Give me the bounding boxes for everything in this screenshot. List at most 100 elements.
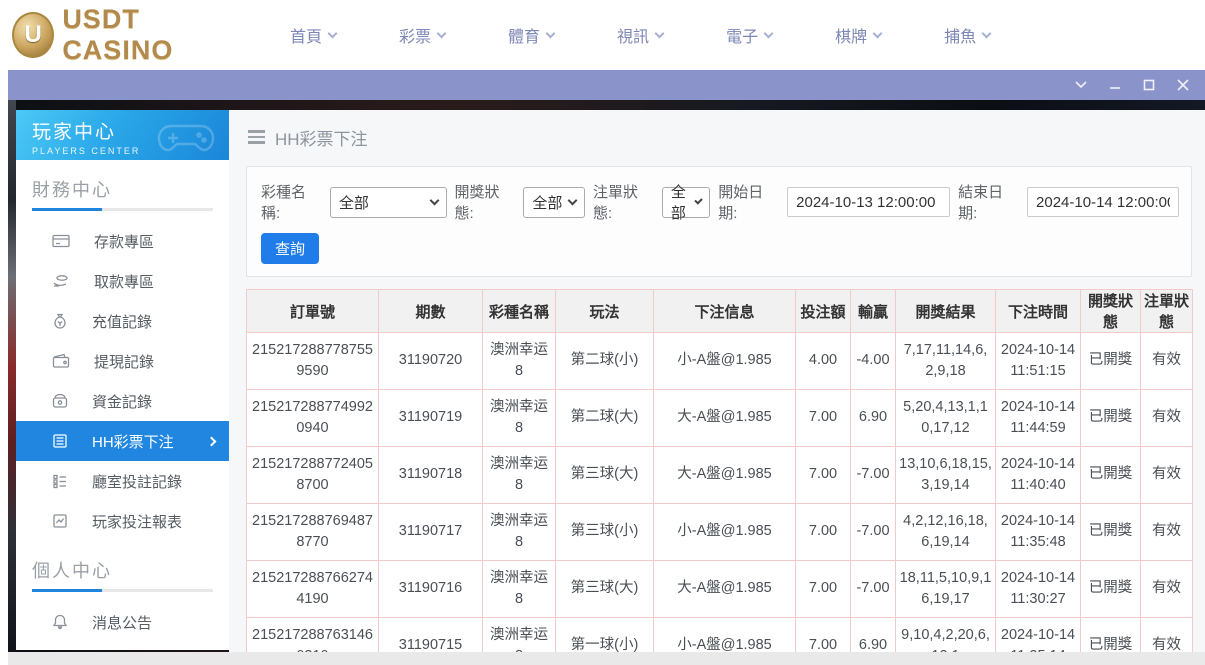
- table-cell: 第一球(小): [556, 618, 654, 653]
- table-cell: 2024-10-14 11:30:27: [996, 561, 1081, 618]
- start-date-input[interactable]: [787, 187, 950, 217]
- window-minimize-button[interactable]: [1103, 74, 1127, 96]
- table-cell: 2152172887749920940: [247, 390, 379, 447]
- sidebar-item-profile[interactable]: 個人資料: [16, 642, 229, 650]
- purse-icon: [52, 393, 68, 409]
- table-cell: 6.90: [851, 390, 896, 447]
- table-cell: 小-A盤@1.985: [654, 333, 796, 390]
- table-cell: 第二球(大): [556, 390, 654, 447]
- table-cell: 第三球(小): [556, 504, 654, 561]
- sidebar-item-player-bet-report[interactable]: 玩家投注報表: [16, 501, 229, 541]
- chevron-down-icon: [437, 28, 447, 38]
- table-cell: 2152172887662744190: [247, 561, 379, 618]
- sidebar-item-announcements[interactable]: 消息公告: [16, 602, 229, 642]
- sidebar-item-recharge-records[interactable]: 充值記錄: [16, 301, 229, 341]
- table-cell: 2024-10-14 11:25:14: [996, 618, 1081, 653]
- gamepad-icon: [157, 118, 215, 156]
- ledger-icon: [52, 433, 68, 449]
- page-title: HH彩票下注: [275, 125, 368, 150]
- nav-item-fishing[interactable]: 捕魚: [944, 23, 990, 47]
- table-cell: 31190717: [379, 504, 483, 561]
- lottery-name-select[interactable]: 全部: [330, 187, 447, 218]
- table-cell: 大-A盤@1.985: [654, 390, 796, 447]
- table-cell: 2024-10-14 11:51:15: [996, 333, 1081, 390]
- table-cell: 澳洲幸运8: [483, 333, 556, 390]
- nav-item-boardgames[interactable]: 棋牌: [835, 23, 881, 47]
- nav-item-lottery[interactable]: 彩票: [399, 23, 445, 47]
- table-cell: 大-A盤@1.985: [654, 561, 796, 618]
- table-cell: 第二球(小): [556, 333, 654, 390]
- order-status-select[interactable]: 全部: [662, 187, 710, 218]
- window-collapse-button[interactable]: [1069, 74, 1093, 96]
- sidebar-item-withdraw[interactable]: 取款專區: [16, 261, 229, 301]
- chevron-down-icon: [568, 196, 578, 206]
- table-cell: 7.00: [796, 618, 851, 653]
- filter-panel: 彩種名稱: 全部 開獎狀態: 全部 注單狀態: 全部 開始日期: 結束日期: 查…: [246, 166, 1192, 277]
- table-body: 215217288778755959031190720澳洲幸运8第二球(小)小-…: [247, 333, 1193, 653]
- withdraw-hand-icon: [52, 273, 70, 289]
- table-cell: 31190718: [379, 447, 483, 504]
- chevron-down-icon: [764, 28, 774, 38]
- table-cell: 有效: [1141, 333, 1193, 390]
- table-cell: 已開獎: [1081, 504, 1141, 561]
- window-close-button[interactable]: [1171, 74, 1195, 96]
- column-header: 下注信息: [654, 290, 796, 333]
- brand-logo[interactable]: U USDT CASINO: [12, 4, 242, 66]
- table-cell: 31190720: [379, 333, 483, 390]
- top-navigation-bar: U USDT CASINO 首頁 彩票 體育 視訊 電子 棋牌 捕魚: [0, 0, 1205, 70]
- report-icon: [52, 513, 68, 529]
- window-maximize-button[interactable]: [1137, 74, 1161, 96]
- section-title-personal: 個人中心: [32, 557, 229, 583]
- draw-status-select[interactable]: 全部: [523, 187, 585, 218]
- nav-item-home[interactable]: 首頁: [290, 23, 336, 47]
- page-header: HH彩票下注: [229, 110, 1205, 164]
- start-date-label: 開始日期:: [718, 181, 779, 223]
- end-date-input[interactable]: [1027, 187, 1179, 217]
- brand-name: USDT CASINO: [62, 4, 242, 66]
- background-photo-strip: [8, 100, 16, 652]
- hamburger-menu-icon[interactable]: [248, 130, 265, 144]
- table-cell: 2152172887787559590: [247, 333, 379, 390]
- section-title-finance: 財務中心: [32, 176, 229, 202]
- table-cell: 澳洲幸运8: [483, 447, 556, 504]
- table-cell: 第三球(大): [556, 447, 654, 504]
- section-divider: [32, 208, 213, 211]
- end-date-label: 結束日期:: [958, 181, 1019, 223]
- table-cell: 4,2,12,16,18,6,19,14: [896, 504, 996, 561]
- column-header: 注單狀態: [1141, 290, 1193, 333]
- query-button[interactable]: 查詢: [261, 233, 319, 264]
- table-cell: -7.00: [851, 504, 896, 561]
- table-cell: 有效: [1141, 447, 1193, 504]
- logo-coin-icon: U: [12, 12, 54, 58]
- column-header: 下注時間: [996, 290, 1081, 333]
- sidebar-item-withdrawal-records[interactable]: 提現記錄: [16, 341, 229, 381]
- nav-item-slots[interactable]: 電子: [726, 23, 772, 47]
- bottom-strip: [8, 652, 1205, 665]
- column-header: 輸贏: [851, 290, 896, 333]
- nav-item-sports[interactable]: 體育: [508, 23, 554, 47]
- bell-icon: [52, 614, 68, 630]
- table-cell: 7,17,11,14,6,2,9,18: [896, 333, 996, 390]
- sidebar-item-hh-lottery-bets[interactable]: HH彩票下注: [16, 421, 229, 461]
- section-divider: [32, 589, 213, 592]
- chevron-down-icon: [328, 28, 338, 38]
- table-cell: 2024-10-14 11:44:59: [996, 390, 1081, 447]
- sidebar-item-room-bet-records[interactable]: 廳室投註記錄: [16, 461, 229, 501]
- table-cell: 澳洲幸运8: [483, 561, 556, 618]
- column-header: 玩法: [556, 290, 654, 333]
- table-cell: 有效: [1141, 561, 1193, 618]
- maximize-icon: [1143, 79, 1155, 91]
- table-cell: 13,10,6,18,15,3,19,14: [896, 447, 996, 504]
- sidebar-item-deposit[interactable]: 存款專區: [16, 221, 229, 261]
- table-cell: 5,20,4,13,1,10,17,12: [896, 390, 996, 447]
- close-icon: [1177, 79, 1189, 91]
- sidebar-item-funds-records[interactable]: 資金記錄: [16, 381, 229, 421]
- chevron-down-icon: [546, 28, 556, 38]
- table-row: 215217288763146031031190715澳洲幸运8第一球(小)小-…: [247, 618, 1193, 653]
- player-center-sidebar: 玩家中心 PLAYERS CENTER 財務中心 存款專區 取款專區 充值記錄 …: [16, 110, 229, 650]
- wallet-icon: [52, 353, 70, 369]
- table-header-row: 訂單號期數彩種名稱玩法下注信息投注額輸贏開獎結果下注時間開獎狀態注單狀態: [247, 290, 1193, 333]
- nav-item-video[interactable]: 視訊: [617, 23, 663, 47]
- main-menu: 首頁 彩票 體育 視訊 電子 棋牌 捕魚: [290, 23, 990, 47]
- table-cell: 7.00: [796, 390, 851, 447]
